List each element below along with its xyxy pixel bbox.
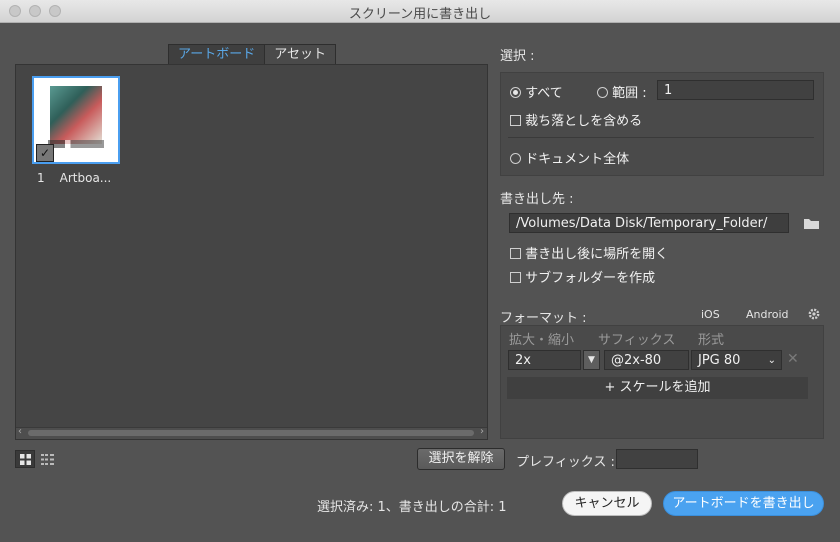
export-to-heading: 書き出し先 :: [500, 192, 574, 207]
export-summary-status: 選択済み: 1、書き出しの合計: 1: [317, 500, 507, 515]
prefix-label: プレフィックス :: [516, 455, 615, 470]
select-all-label: すべて: [525, 86, 563, 101]
artboard-number: 1: [37, 171, 45, 185]
format-select[interactable]: JPG 80 ⌄: [691, 350, 782, 370]
window-title: スクリーン用に書き出し: [348, 7, 492, 22]
formats-heading: フォーマット :: [500, 311, 587, 326]
artboard-name: Artboa...: [59, 171, 112, 185]
deselect-button[interactable]: 選択を解除: [417, 448, 505, 470]
artboard-preview-image: [50, 86, 102, 144]
include-bleed-label: 裁ち落としを含める: [525, 114, 643, 129]
scroll-right-icon[interactable]: ›: [480, 426, 484, 437]
list-view-button[interactable]: [37, 450, 57, 468]
selection-heading: 選択 :: [500, 49, 535, 64]
format-select-value: JPG 80: [698, 353, 741, 368]
add-scale-button[interactable]: + スケールを追加: [507, 377, 808, 399]
select-all-option[interactable]: すべて: [510, 82, 563, 101]
checkbox-icon: [510, 115, 521, 126]
artboard-selected-checkbox[interactable]: ✓: [36, 144, 54, 162]
grid-view-icon: [19, 453, 31, 465]
gear-icon: [808, 308, 820, 320]
artboard-thumbnail[interactable]: ✓: [32, 76, 120, 164]
artboard-label: 1 Artboa...: [37, 171, 126, 185]
cancel-button[interactable]: キャンセル: [562, 491, 652, 516]
folder-browse-button[interactable]: [803, 216, 820, 230]
select-range-option[interactable]: 範囲 :: [597, 82, 647, 101]
suffix-input[interactable]: @2x-80: [604, 350, 689, 370]
full-document-label: ドキュメント全体: [525, 152, 630, 167]
artboard-list-panel: ✓ 1 Artboa... ‹ ›: [15, 64, 488, 440]
create-subfolders-option[interactable]: サブフォルダーを作成: [510, 267, 655, 286]
scale-column-header: 拡大・縮小: [509, 333, 575, 348]
format-column-header: 形式: [698, 333, 725, 348]
remove-scale-button[interactable]: ✕: [787, 351, 799, 367]
title-bar: スクリーン用に書き出し: [0, 0, 840, 23]
export-artboard-button[interactable]: アートボードを書き出し: [663, 491, 824, 516]
grid-view-button[interactable]: [15, 450, 35, 468]
scroll-left-icon[interactable]: ‹: [18, 426, 22, 437]
export-path-field[interactable]: /Volumes/Data Disk/Temporary_Folder/: [509, 213, 789, 233]
tab-assets[interactable]: アセット: [265, 44, 336, 64]
create-subfolders-label: サブフォルダーを作成: [525, 271, 656, 286]
range-input[interactable]: 1: [657, 80, 814, 100]
include-bleed-option[interactable]: 裁ち落としを含める: [510, 110, 642, 129]
divider: [508, 137, 814, 138]
horizontal-scrollbar[interactable]: ‹ ›: [16, 426, 487, 439]
export-for-screens-dialog: スクリーン用に書き出し アートボード アセット ✓ 1 Artboa... ‹ ›: [0, 0, 840, 542]
prefix-input[interactable]: [616, 449, 698, 469]
ios-preset-button[interactable]: iOS: [701, 308, 720, 321]
checkbox-icon: [510, 248, 521, 259]
open-after-label: 書き出し後に場所を開く: [525, 247, 669, 262]
android-preset-button[interactable]: Android: [746, 308, 789, 321]
checkbox-icon: [510, 272, 521, 283]
format-settings-button[interactable]: [807, 307, 821, 321]
scale-dropdown-button[interactable]: ▼: [583, 350, 600, 370]
artboard-preview-caption: [48, 140, 104, 148]
scale-input[interactable]: 2x: [508, 350, 581, 370]
tab-bar: アートボード アセット: [168, 44, 336, 64]
tab-artboards[interactable]: アートボード: [168, 44, 266, 64]
open-location-after-export-option[interactable]: 書き出し後に場所を開く: [510, 243, 668, 262]
radio-selected-icon: [510, 87, 521, 98]
close-icon: ✕: [787, 351, 799, 367]
range-label: 範囲 :: [612, 86, 647, 101]
radio-unselected-icon: [510, 153, 521, 164]
scrollbar-thumb[interactable]: [28, 430, 474, 436]
radio-unselected-icon: [597, 87, 608, 98]
suffix-column-header: サフィックス: [598, 333, 676, 348]
list-view-icon: [40, 453, 54, 465]
chevron-down-icon: ⌄: [767, 355, 776, 366]
full-document-option[interactable]: ドキュメント全体: [510, 148, 629, 167]
folder-icon: [804, 219, 819, 229]
chevron-down-icon: ▼: [588, 355, 595, 365]
